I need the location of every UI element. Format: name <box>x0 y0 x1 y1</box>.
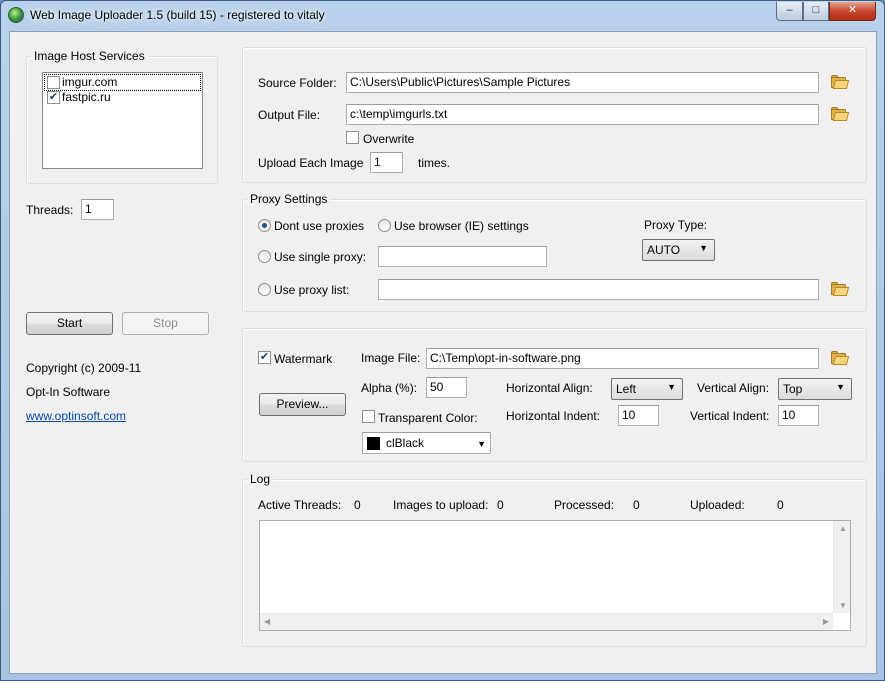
scroll-up-icon[interactable]: ▲ <box>839 524 847 533</box>
threads-label: Threads: <box>26 203 74 217</box>
no-proxy-radio[interactable] <box>258 219 271 232</box>
browser-proxy-radio[interactable] <box>378 219 391 232</box>
company-text: Opt-In Software <box>26 385 111 399</box>
stop-button[interactable]: Stop <box>122 312 209 335</box>
horizontal-indent-label: Horizontal Indent: <box>506 409 601 423</box>
title-bar[interactable]: Web Image Uploader 1.5 (build 15) - regi… <box>1 1 884 31</box>
log-vertical-scrollbar[interactable]: ▲ ▼ <box>833 521 850 613</box>
threads-input[interactable]: 1 <box>81 199 114 220</box>
watermark-checkbox[interactable]: ✔ <box>258 351 271 364</box>
app-window: Web Image Uploader 1.5 (build 15) - regi… <box>0 0 885 681</box>
proxy-settings-group: Proxy Settings Dont use proxies Use brow… <box>242 192 867 312</box>
output-file-input[interactable]: c:\temp\imgurls.txt <box>346 104 819 125</box>
proxy-list-radio[interactable] <box>258 283 271 296</box>
proxy-type-select[interactable]: AUTO ▼ <box>642 239 715 261</box>
single-proxy-label: Use single proxy: <box>274 250 367 264</box>
copyright-text: Copyright (c) 2009-11 <box>26 361 142 375</box>
transparent-color-select[interactable]: clBlack ▼ <box>362 432 491 454</box>
active-threads-label: Active Threads: <box>258 498 342 512</box>
host-imgur-label: imgur.com <box>62 75 118 89</box>
transparent-color-label: Transparent Color: <box>378 411 478 425</box>
uploaded-value: 0 <box>777 498 784 512</box>
log-textarea[interactable]: ▲ ▼ ◀ ▶ <box>259 520 851 631</box>
no-proxy-label: Dont use proxies <box>274 219 365 233</box>
log-group: Log Active Threads: 0 Images to upload: … <box>242 472 867 647</box>
transparent-color-value: clBlack <box>386 436 425 450</box>
color-swatch <box>367 437 380 450</box>
scroll-left-icon[interactable]: ◀ <box>264 617 270 626</box>
times-label: times. <box>418 156 451 170</box>
transparent-color-checkbox[interactable] <box>362 410 375 423</box>
upload-each-label: Upload Each Image <box>258 156 364 170</box>
active-threads-value: 0 <box>354 498 361 512</box>
vertical-align-label: Vertical Align: <box>697 381 770 395</box>
overwrite-checkbox[interactable] <box>346 131 359 144</box>
image-file-label: Image File: <box>361 351 421 365</box>
proxy-list-label: Use proxy list: <box>274 283 350 297</box>
image-file-browse-icon[interactable] <box>831 351 850 365</box>
maximize-button[interactable]: □ <box>803 2 829 21</box>
image-file-input[interactable]: C:\Temp\opt-in-software.png <box>426 348 819 369</box>
scroll-right-icon[interactable]: ▶ <box>823 617 829 626</box>
watermark-label: Watermark <box>274 352 333 366</box>
alpha-input[interactable]: 50 <box>426 377 467 398</box>
scroll-down-icon[interactable]: ▼ <box>839 601 847 610</box>
source-folder-browse-icon[interactable] <box>831 75 850 89</box>
upload-each-input[interactable]: 1 <box>370 152 403 173</box>
host-item-fastpic[interactable]: ✔ fastpic.ru <box>45 90 200 105</box>
host-fastpic-label: fastpic.ru <box>62 90 111 104</box>
horizontal-align-select[interactable]: Left ▼ <box>611 378 683 400</box>
vertical-align-select[interactable]: Top ▼ <box>778 378 852 400</box>
preview-button[interactable]: Preview... <box>259 393 346 416</box>
host-imgur-checkbox[interactable] <box>47 76 60 89</box>
close-button[interactable]: ✕ <box>829 2 876 21</box>
chevron-down-icon: ▼ <box>699 243 708 253</box>
images-to-upload-value: 0 <box>497 498 504 512</box>
output-file-label: Output File: <box>258 108 321 122</box>
horizontal-align-label: Horizontal Align: <box>506 381 593 395</box>
source-folder-input[interactable]: C:\Users\Public\Pictures\Sample Pictures <box>346 72 819 93</box>
vertical-indent-label: Vertical Indent: <box>690 409 770 423</box>
start-button[interactable]: Start <box>26 312 113 335</box>
images-to-upload-label: Images to upload: <box>393 498 489 512</box>
vertical-align-value: Top <box>783 382 803 396</box>
watermark-group: ✔ Watermark Image File: C:\Temp\opt-in-s… <box>242 328 867 462</box>
website-link[interactable]: www.optinsoft.com <box>26 409 126 423</box>
source-folder-label: Source Folder: <box>258 76 337 90</box>
output-file-browse-icon[interactable] <box>831 107 850 121</box>
source-output-group: Source Folder: C:\Users\Public\Pictures\… <box>242 47 867 183</box>
client-area: Image Host Services imgur.com ✔ fastpic.… <box>9 31 877 674</box>
proxy-type-label: Proxy Type: <box>644 218 708 232</box>
proxy-list-input[interactable] <box>378 279 819 300</box>
single-proxy-input[interactable] <box>378 246 547 267</box>
image-host-services-title: Image Host Services <box>31 49 148 63</box>
uploaded-label: Uploaded: <box>690 498 745 512</box>
proxy-settings-title: Proxy Settings <box>247 192 331 206</box>
processed-label: Processed: <box>554 498 615 512</box>
host-item-imgur[interactable]: imgur.com <box>44 74 201 91</box>
minimize-button[interactable]: – <box>776 2 803 21</box>
window-title: Web Image Uploader 1.5 (build 15) - regi… <box>30 8 325 22</box>
overwrite-label: Overwrite <box>363 132 415 146</box>
vertical-indent-input[interactable]: 10 <box>778 405 819 426</box>
chevron-down-icon: ▼ <box>477 439 486 449</box>
proxy-type-value: AUTO <box>647 243 681 257</box>
browser-proxy-label: Use browser (IE) settings <box>394 219 529 233</box>
horizontal-indent-input[interactable]: 10 <box>618 405 659 426</box>
image-host-services-group: Image Host Services imgur.com ✔ fastpic.… <box>26 49 218 184</box>
processed-value: 0 <box>633 498 640 512</box>
horizontal-align-value: Left <box>616 382 637 396</box>
host-fastpic-checkbox[interactable]: ✔ <box>47 91 60 104</box>
log-title: Log <box>247 472 274 486</box>
host-services-list[interactable]: imgur.com ✔ fastpic.ru <box>42 72 203 169</box>
alpha-label: Alpha (%): <box>361 381 418 395</box>
proxy-list-browse-icon[interactable] <box>831 282 850 296</box>
app-globe-icon <box>8 7 24 23</box>
log-horizontal-scrollbar[interactable]: ◀ ▶ <box>260 613 833 630</box>
single-proxy-radio[interactable] <box>258 250 271 263</box>
chevron-down-icon: ▼ <box>836 382 845 392</box>
chevron-down-icon: ▼ <box>667 382 676 392</box>
